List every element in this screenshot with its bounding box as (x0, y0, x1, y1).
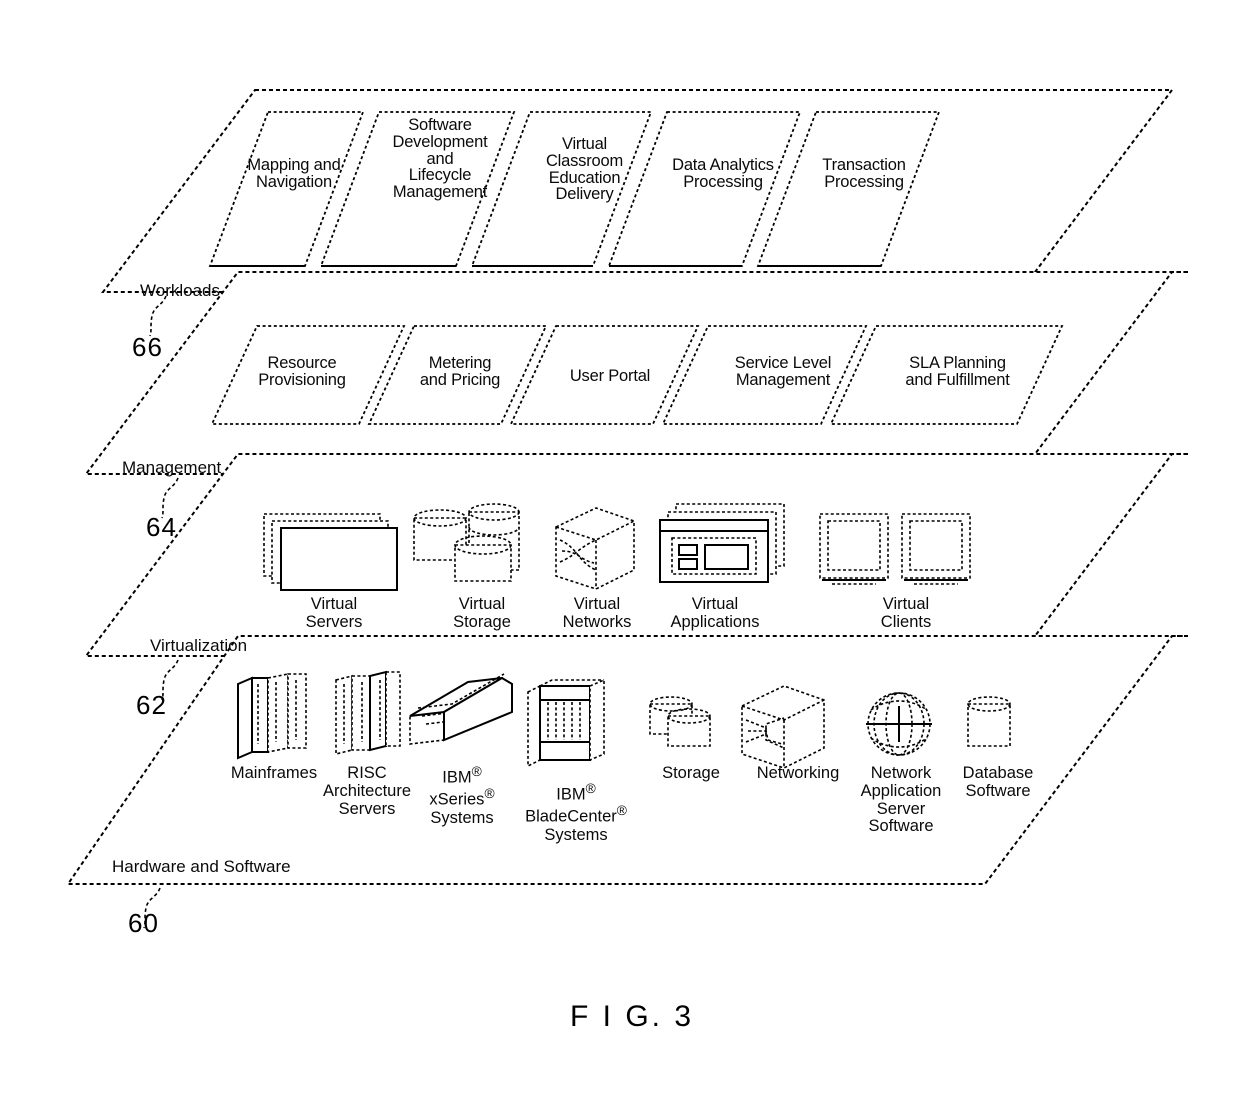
virtualization-caption-2: Virtual Networks (562, 595, 632, 631)
management-cell-label-2: User Portal (569, 367, 651, 385)
virtual-servers-icon (263, 513, 398, 591)
layer-name-workloads: Workloads (140, 281, 220, 300)
figure-caption: F I G. 3 (570, 1000, 695, 1033)
management-cell-label-0: Resource Provisioning (258, 354, 346, 389)
virtualization-caption-0: Virtual Servers (305, 595, 363, 631)
virtualization-caption-1: Virtual Storage (453, 595, 511, 631)
workload-cell-label-0: Mapping and Navigation (247, 156, 341, 191)
layer-plate-hardware-software (66, 635, 1188, 885)
hardware-caption-2: IBM® xSeries® Systems (429, 764, 495, 827)
mainframe-icon (237, 673, 307, 760)
workload-cell-label-3: Data Analytics Processing (672, 156, 774, 191)
layer-name-hardware-software: Hardware and Software (112, 857, 291, 876)
bladecenter-icon (527, 678, 605, 768)
workload-cell-label-1: Software Development and Lifecycle Manag… (392, 116, 488, 202)
virtualization-caption-4: Virtual Clients (880, 595, 932, 631)
patent-figure-3: .sld{fill:none;stroke:#000;stroke-width:… (0, 0, 1240, 1095)
hardware-caption-3: IBM® BladeCenter® Systems (525, 781, 627, 844)
hardware-caption-4: Storage (662, 764, 720, 782)
database-software-icon (967, 696, 1011, 747)
ref-number-66: 66 (132, 332, 163, 362)
layer-name-virtualization: Virtualization (150, 636, 248, 655)
management-cell-label-1: Metering and Pricing (419, 354, 501, 389)
virtualization-icons (263, 503, 971, 591)
virtualization-caption-3: Virtual Applications (670, 595, 760, 631)
management-cell-label-4: SLA Planning and Fulfillment (905, 354, 1010, 389)
hardware-caption-6: Network Application Server Software (860, 764, 942, 836)
virtual-applications-icon (659, 503, 785, 583)
hardware-caption-7: Database Software (962, 764, 1034, 800)
workload-cell-label-2: Virtual Classroom Education Delivery (545, 135, 624, 204)
ref-number-64: 64 (146, 512, 177, 542)
ref-number-62: 62 (136, 690, 167, 720)
risc-servers-icon (335, 670, 401, 756)
layer-name-management: Management (122, 458, 222, 477)
management-cell-label-3: Service Level Management (734, 354, 832, 389)
hardware-caption-5: Networking (756, 764, 840, 782)
ref-number-60: 60 (128, 908, 159, 938)
workload-cell-label-4: Transaction Processing (822, 156, 906, 191)
